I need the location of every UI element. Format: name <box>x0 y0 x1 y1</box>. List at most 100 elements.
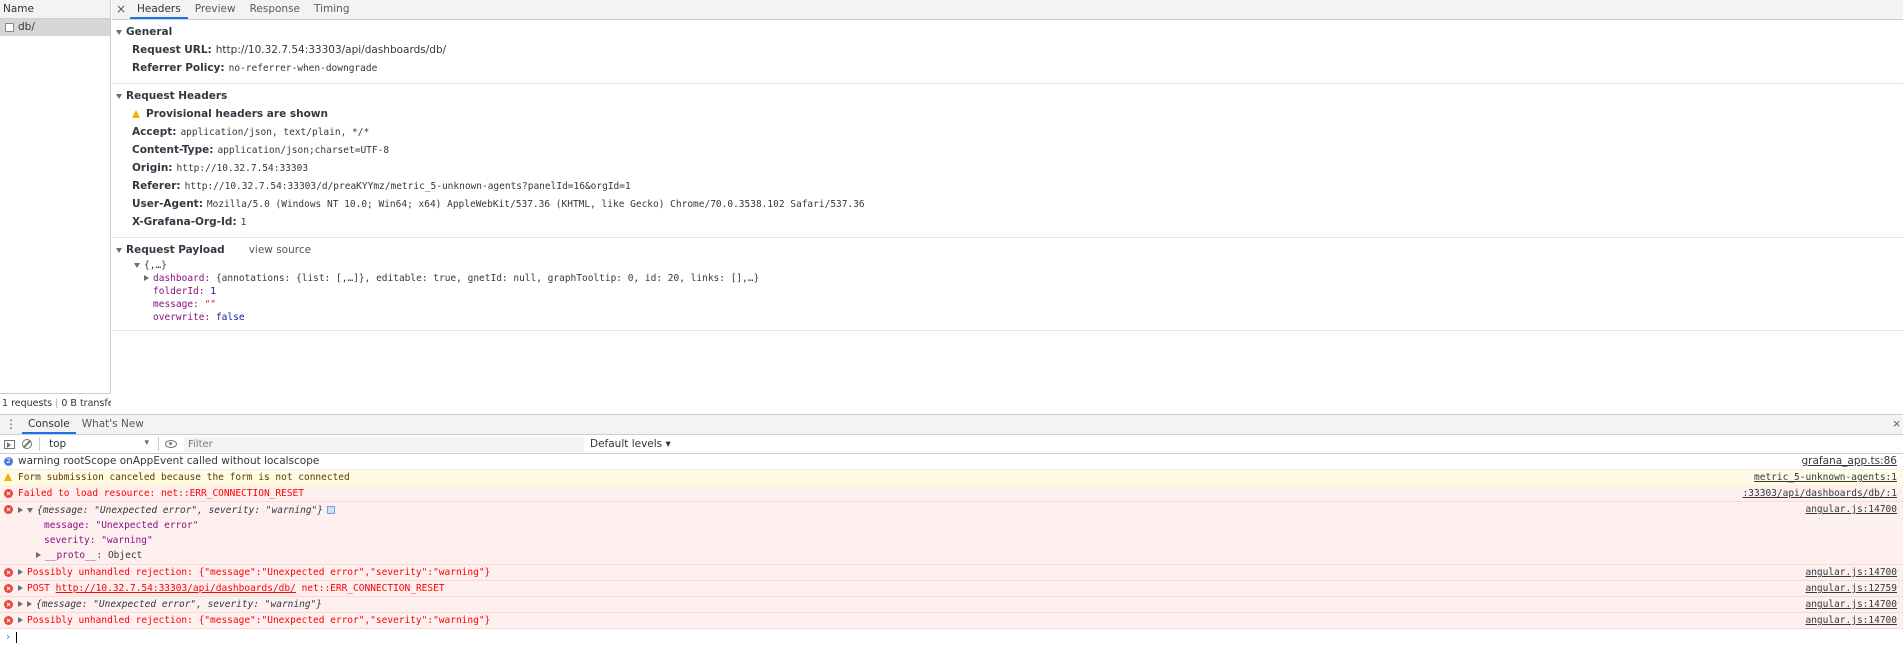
request-row-db[interactable]: db/ <box>0 19 110 36</box>
message-text: Form submission canceled because the for… <box>18 472 350 483</box>
header-key: User-Agent: <box>132 198 203 210</box>
warning-icon <box>132 110 140 118</box>
header-value: application/json;charset=UTF-8 <box>217 145 390 156</box>
payload-folderid: folderId: 1 <box>134 285 1903 298</box>
source-link[interactable]: angular.js:14700 <box>1805 502 1897 517</box>
clear-console-button[interactable] <box>18 435 36 453</box>
header-value: http://10.32.7.54:33303/d/preaKYYmz/metr… <box>184 181 631 192</box>
general-toggle[interactable]: General <box>112 24 1903 41</box>
object-property: message: "Unexpected error" <box>18 518 1897 533</box>
tab-headers[interactable]: Headers <box>130 0 188 19</box>
sidebar-toggle-button[interactable] <box>0 435 18 453</box>
header-key: Referer: <box>132 180 181 192</box>
close-details-icon[interactable]: × <box>112 0 130 19</box>
property-key: __proto__: <box>45 550 103 561</box>
payload-root[interactable]: {,…} <box>134 259 1903 272</box>
console-messages: 2 warning rootScope onAppEvent called wi… <box>0 454 1903 645</box>
general-title: General <box>126 26 173 38</box>
request-headers-title: Request Headers <box>126 90 228 102</box>
message-text: Possibly unhandled rejection: {"message"… <box>27 615 491 626</box>
console-error: × Failed to load resource: net::ERR_CONN… <box>0 486 1903 502</box>
tab-whats-new[interactable]: What's New <box>76 415 150 434</box>
object-proto[interactable]: __proto__: Object <box>18 548 1897 563</box>
eye-icon <box>165 440 177 448</box>
source-link[interactable]: angular.js:14700 <box>1805 597 1897 612</box>
payload-key: overwrite: <box>153 312 211 323</box>
collapsed-triangle-icon[interactable] <box>18 569 23 575</box>
referrer-policy-value: no-referrer-when-downgrade <box>228 63 378 74</box>
request-checkbox[interactable] <box>5 23 14 32</box>
header-value: http://10.32.7.54:33303 <box>176 163 309 174</box>
expand-triangle-icon <box>134 263 140 268</box>
collapsed-triangle-icon[interactable] <box>18 601 23 607</box>
collapsed-triangle-icon[interactable] <box>18 617 23 623</box>
header-value: Mozilla/5.0 (Windows NT 10.0; Win64; x64… <box>206 199 865 210</box>
tab-response[interactable]: Response <box>243 0 307 19</box>
error-icon: × <box>4 600 13 609</box>
view-source-link[interactable]: view source <box>249 242 311 259</box>
payload-overwrite: overwrite: false <box>134 311 1903 324</box>
warning-icon <box>4 473 12 481</box>
name-column-header[interactable]: Name <box>0 0 110 19</box>
context-selector[interactable]: top <box>43 438 155 450</box>
console-drawer: ⋮ Console What's New × top Default level… <box>0 414 1903 655</box>
tab-preview[interactable]: Preview <box>188 0 243 19</box>
general-section: General Request URL: http://10.32.7.54:33… <box>112 20 1903 84</box>
console-error: × {message: "Unexpected error", severity… <box>0 597 1903 613</box>
header-key: X-Grafana-Org-Id: <box>132 216 237 228</box>
collapsed-triangle-icon[interactable] <box>18 585 23 591</box>
provisional-warning: Provisional headers are shown <box>112 105 1903 123</box>
expand-triangle-icon <box>116 248 122 253</box>
source-link[interactable]: grafana_app.ts:86 <box>1802 454 1897 469</box>
tab-timing[interactable]: Timing <box>307 0 356 19</box>
drawer-menu-icon[interactable]: ⋮ <box>0 415 22 434</box>
error-icon: × <box>4 584 13 593</box>
log-levels-dropdown[interactable]: Default levels ▾ <box>590 438 671 450</box>
payload-dashboard[interactable]: dashboard: {annotations: {list: [,…]}, e… <box>134 272 1903 285</box>
header-row-user-agent: User-Agent: Mozilla/5.0 (Windows NT 10.0;… <box>112 195 1903 213</box>
live-expression-button[interactable] <box>162 435 180 453</box>
method-text: POST <box>27 583 50 594</box>
source-link[interactable]: metric_5-unknown-agents:1 <box>1754 470 1897 485</box>
collapsed-triangle-icon <box>144 275 149 281</box>
drawer-tabbar: ⋮ Console What's New × <box>0 415 1903 435</box>
message-text: {message: "Unexpected error", severity: … <box>37 505 323 516</box>
header-key: Accept: <box>132 126 177 138</box>
tab-console[interactable]: Console <box>22 415 76 434</box>
message-text: warning rootScope onAppEvent called with… <box>18 455 320 467</box>
payload-tree: {,…} dashboard: {annotations: {list: [,…… <box>112 259 1903 324</box>
details-tabbar: × Headers Preview Response Timing <box>112 0 1903 20</box>
collapsed-triangle-icon <box>36 552 41 558</box>
toolbar-divider <box>158 437 159 451</box>
object-header[interactable]: {message: "Unexpected error", severity: … <box>18 503 1897 518</box>
console-message: 2 warning rootScope onAppEvent called wi… <box>0 454 1903 470</box>
text-caret <box>16 631 18 643</box>
transferred-size: 0 B transfe... <box>61 398 111 409</box>
request-headers-toggle[interactable]: Request Headers <box>112 88 1903 105</box>
source-link[interactable]: angular.js:14700 <box>1805 613 1897 628</box>
property-value: Object <box>107 550 143 561</box>
close-drawer-icon[interactable]: × <box>1892 415 1901 434</box>
payload-value: "" <box>204 299 216 310</box>
request-list: Name db/ 1 requests|0 B transfe... <box>0 0 111 413</box>
payload-value: 1 <box>210 286 216 297</box>
header-value: application/json, text/plain, */* <box>180 127 370 138</box>
request-name[interactable]: db/ <box>18 19 35 36</box>
source-link[interactable]: angular.js:12759 <box>1805 581 1897 596</box>
header-row-origin: Origin: http://10.32.7.54:33303 <box>112 159 1903 177</box>
filter-input[interactable] <box>184 436 584 452</box>
request-payload-toggle[interactable]: Request Payload view source <box>112 242 1903 259</box>
console-prompt[interactable]: › <box>0 629 1903 645</box>
source-link[interactable]: angular.js:14700 <box>1805 565 1897 580</box>
error-icon: × <box>4 568 13 577</box>
collapsed-triangle-icon[interactable] <box>27 601 32 607</box>
message-text: net::ERR_CONNECTION_RESET <box>301 583 445 594</box>
console-error: × Possibly unhandled rejection: {"messag… <box>0 565 1903 581</box>
request-url-link[interactable]: http://10.32.7.54:33303/api/dashboards/d… <box>56 583 296 594</box>
source-link[interactable]: :33303/api/dashboards/db/:1 <box>1743 486 1897 501</box>
network-panel: Name db/ 1 requests|0 B transfe... × Hea… <box>0 0 1903 413</box>
payload-key: folderId: <box>153 286 205 297</box>
payload-key: dashboard: <box>153 273 211 284</box>
header-key: Origin: <box>132 162 173 174</box>
info-icon <box>326 506 335 514</box>
